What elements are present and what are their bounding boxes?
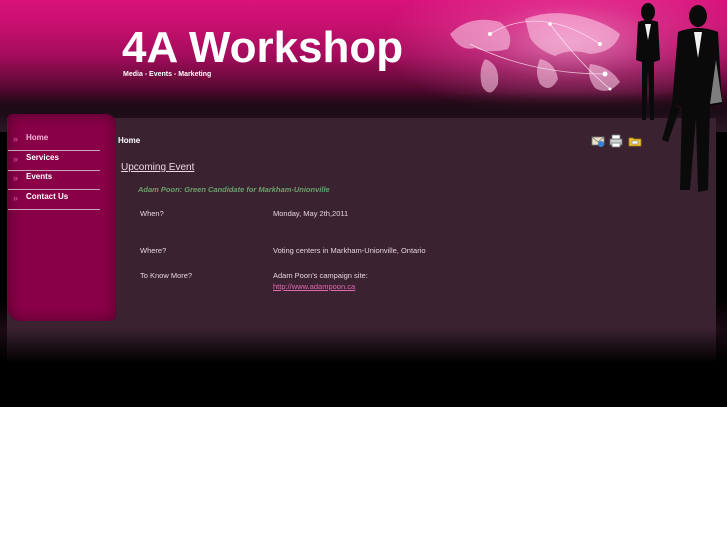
event-title: Adam Poon: Green Candidate for Markham-U… bbox=[138, 185, 330, 194]
site-title: 4A Workshop bbox=[122, 23, 404, 72]
nav-item-home[interactable]: » Home bbox=[8, 131, 100, 151]
nav-item-label: Home bbox=[26, 133, 49, 142]
know-more-value: Adam Poon's campaign site: bbox=[273, 271, 368, 280]
campaign-site-link[interactable]: http://www.adampoon.ca bbox=[273, 282, 355, 291]
nav-item-events[interactable]: » Events bbox=[8, 170, 100, 190]
site-tagline: Media - Events - Marketing bbox=[123, 71, 212, 78]
nav-item-contact-us[interactable]: » Contact Us bbox=[8, 190, 100, 210]
when-label: When? bbox=[140, 209, 164, 218]
know-more-label: To Know More? bbox=[140, 271, 193, 280]
nav-item-services[interactable]: » Services bbox=[8, 151, 100, 171]
where-value: Voting centers in Markham-Unionville, On… bbox=[273, 246, 426, 255]
print-icon[interactable] bbox=[609, 134, 623, 148]
folder-icon[interactable] bbox=[628, 134, 642, 148]
nav-item-label: Contact Us bbox=[26, 192, 69, 201]
page: 4A Workshop Media - Events - Marketing »… bbox=[0, 0, 727, 407]
chevron-right-icon: » bbox=[13, 173, 19, 183]
nav-item-label: Events bbox=[26, 172, 53, 181]
chevron-right-icon: » bbox=[13, 154, 19, 164]
chevron-right-icon: » bbox=[13, 134, 19, 144]
email-icon[interactable] bbox=[591, 134, 605, 148]
business-people-illustration bbox=[636, 3, 722, 192]
breadcrumb: Home bbox=[118, 136, 141, 145]
nav-item-label: Services bbox=[26, 153, 59, 162]
section-heading[interactable]: Upcoming Event bbox=[121, 162, 194, 173]
when-value: Monday, May 2th,2011 bbox=[273, 209, 349, 218]
sidebar-nav: » Home » Services » Events » Contact Us bbox=[8, 114, 116, 321]
chevron-right-icon: » bbox=[13, 193, 19, 203]
where-label: Where? bbox=[140, 246, 167, 255]
